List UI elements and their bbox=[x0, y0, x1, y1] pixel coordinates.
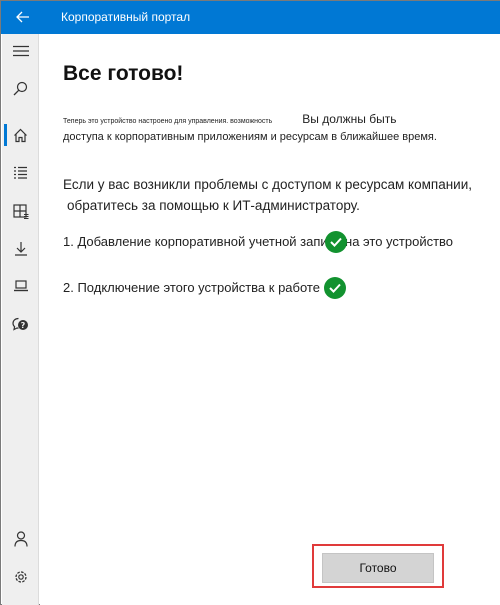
intro-second-line: доступа к корпоративным приложениям и ре… bbox=[63, 131, 437, 143]
intro-big-text: Вы должны быть bbox=[302, 112, 397, 126]
help-text-line-1: Если у вас возникли проблемы с доступом … bbox=[63, 177, 473, 192]
back-button[interactable] bbox=[9, 5, 37, 29]
sidebar-item-apps[interactable] bbox=[2, 158, 39, 188]
sidebar-item-help[interactable]: ? bbox=[2, 309, 39, 339]
sidebar-item-devices[interactable] bbox=[2, 271, 39, 301]
hamburger-menu-icon bbox=[12, 45, 29, 57]
done-button[interactable]: Готово bbox=[322, 553, 434, 583]
search-icon bbox=[13, 81, 28, 95]
sidebar-item-categories[interactable] bbox=[2, 196, 39, 226]
intro-text: Теперь это устройство настроено для упра… bbox=[63, 110, 483, 143]
app-window: Корпоративный портал ? Все готово! Тепер… bbox=[0, 0, 500, 605]
sidebar-item-home[interactable] bbox=[2, 120, 39, 150]
apps-list-icon bbox=[14, 166, 27, 179]
main-content: Все готово! Теперь это устройство настро… bbox=[40, 34, 500, 605]
page-title: Все готово! bbox=[63, 62, 184, 85]
help-support-icon: ? bbox=[12, 317, 28, 331]
checkmark-icon bbox=[324, 277, 346, 299]
app-title: Корпоративный портал bbox=[61, 10, 191, 24]
home-icon bbox=[14, 128, 27, 142]
checkmark-icon bbox=[325, 231, 347, 253]
app-categories-icon bbox=[12, 203, 28, 219]
svg-text:?: ? bbox=[21, 321, 26, 330]
devices-laptop-icon bbox=[13, 280, 28, 292]
sidebar-item-settings[interactable] bbox=[2, 562, 39, 592]
sidebar-item-downloads[interactable] bbox=[2, 233, 39, 263]
title-bar: Корпоративный портал bbox=[1, 1, 500, 34]
sidebar-item-account[interactable] bbox=[2, 524, 39, 554]
step-add-work-account: 1. Добавление корпоративной учетной запи… bbox=[63, 234, 454, 249]
back-arrow-icon bbox=[16, 11, 29, 23]
help-text-line-2: обратитесь за помощью к ИТ-администратор… bbox=[67, 198, 360, 213]
intro-small-text: Теперь это устройство настроено для упра… bbox=[63, 118, 273, 125]
search-button[interactable] bbox=[2, 73, 39, 103]
account-person-icon bbox=[13, 531, 28, 547]
hamburger-menu-button[interactable] bbox=[2, 36, 39, 66]
download-icon bbox=[14, 241, 27, 256]
settings-gear-icon bbox=[14, 571, 27, 583]
sidebar: ? bbox=[2, 34, 39, 605]
help-text: Если у вас возникли проблемы с доступом … bbox=[63, 174, 483, 216]
step-connect-device: 2. Подключение этого устройства к работе bbox=[63, 280, 320, 295]
